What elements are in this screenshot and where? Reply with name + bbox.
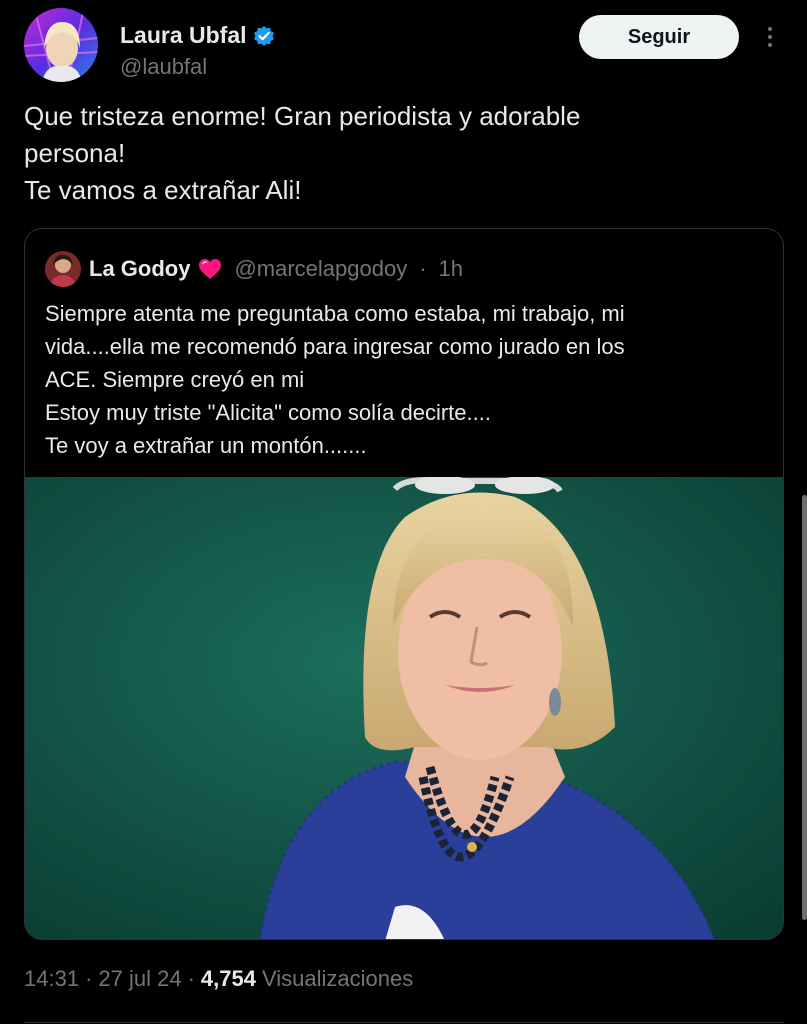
pink-heart-icon	[199, 259, 222, 279]
tweet-text-line: Que tristeza enorme! Gran periodista y a…	[24, 101, 581, 131]
tweet-text-line: persona!	[24, 138, 126, 168]
quoted-text-line: vida....ella me recomendó para ingresar …	[45, 334, 625, 359]
quoted-author-handle[interactable]: @marcelapgodoy	[234, 256, 407, 282]
author-avatar[interactable]	[24, 8, 98, 82]
tweet-header: Laura Ubfal @laubfal Seguir	[24, 8, 784, 84]
tweet-text-line: Te vamos a extrañar Ali!	[24, 175, 302, 205]
author-name-row[interactable]: Laura Ubfal	[120, 22, 275, 49]
author-name[interactable]: Laura Ubfal	[120, 22, 247, 49]
quoted-author-avatar[interactable]	[45, 251, 81, 287]
meta-separator: ·	[187, 966, 195, 991]
tweet-footer: 14:31 · 27 jul 24 · 4,754 Visualizacione…	[24, 966, 413, 992]
quoted-text-line: Siempre atenta me preguntaba como estaba…	[45, 301, 625, 326]
views-count: 4,754	[200, 966, 256, 991]
tweet-text: Que tristeza enorme! Gran periodista y a…	[24, 98, 784, 209]
scrollbar[interactable]	[802, 495, 807, 920]
quoted-text-line: Te voy a extrañar un montón.......	[45, 433, 367, 458]
views-label: Visualizaciones	[261, 966, 414, 991]
more-options-icon[interactable]	[760, 22, 780, 52]
verified-badge-icon	[253, 25, 274, 46]
quoted-tweet-text: Siempre atenta me preguntaba como estaba…	[45, 297, 765, 462]
tweet-time[interactable]: 14:31	[24, 966, 79, 992]
quoted-text-line: ACE. Siempre creyó en mi	[45, 367, 305, 392]
meta-separator: ·	[85, 966, 93, 991]
quoted-tweet[interactable]: La Godoy @marcelapgodoy · 1h Siempre ate…	[24, 228, 784, 940]
follow-button[interactable]: Seguir	[579, 15, 739, 59]
quoted-tweet-header: La Godoy @marcelapgodoy · 1h	[45, 251, 463, 287]
divider	[24, 1022, 784, 1023]
quoted-tweet-photo[interactable]	[25, 477, 783, 939]
author-handle[interactable]: @laubfal	[120, 54, 207, 80]
meta-separator: ·	[419, 256, 427, 281]
tweet-date[interactable]: 27 jul 24	[98, 966, 181, 992]
quoted-text-line: Estoy muy triste "Alicita" como solía de…	[45, 400, 491, 425]
quoted-author-name[interactable]: La Godoy	[89, 256, 190, 282]
quoted-tweet-time[interactable]: 1h	[439, 256, 463, 282]
